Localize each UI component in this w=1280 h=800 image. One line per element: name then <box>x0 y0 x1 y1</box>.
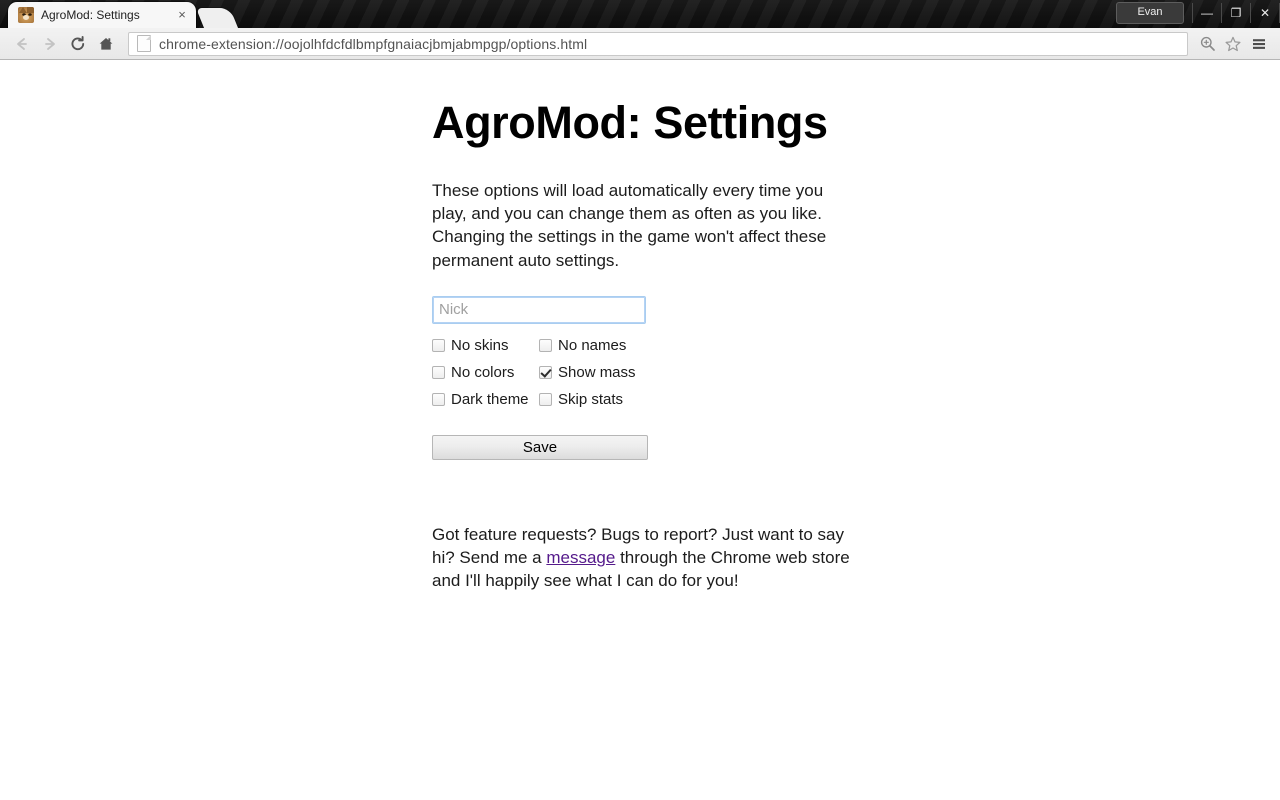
checkbox-row-skip-stats[interactable]: Skip stats <box>539 391 662 409</box>
minimize-button[interactable]: — <box>1192 3 1221 23</box>
checkbox-row-no-skins[interactable]: No skins <box>432 337 539 355</box>
checkbox-no-colors[interactable] <box>432 366 445 380</box>
window-controls: Evan — ❐ ✕ <box>1116 0 1280 26</box>
outro-paragraph: Got feature requests? Bugs to report? Ju… <box>432 523 852 593</box>
message-link[interactable]: message <box>546 548 615 567</box>
intro-paragraph: These options will load automatically ev… <box>432 181 827 270</box>
page-title: AgroMod: Settings <box>432 97 828 148</box>
checkbox-label-no-colors: No colors <box>451 363 515 381</box>
checkbox-label-no-names: No names <box>558 336 627 354</box>
checkbox-row-no-names[interactable]: No names <box>539 337 662 355</box>
settings-checkbox-grid: No skins No names No colors Show mass Da… <box>432 337 662 409</box>
browser-toolbar: chrome-extension://oojolhfdcfdlbmpfgnaia… <box>0 28 1280 60</box>
checkbox-row-dark-theme[interactable]: Dark theme <box>432 391 539 409</box>
maximize-button[interactable]: ❐ <box>1221 3 1250 23</box>
doge-favicon-icon <box>18 7 34 23</box>
back-button[interactable] <box>8 31 36 57</box>
home-icon <box>99 37 113 50</box>
checkbox-skip-stats[interactable] <box>539 393 552 407</box>
tab-strip: AgroMod: Settings × <box>0 0 239 28</box>
browser-window: AgroMod: Settings × Evan — ❐ ✕ chrome-ex… <box>0 0 1280 800</box>
close-window-button[interactable]: ✕ <box>1250 3 1280 23</box>
checkbox-label-no-skins: No skins <box>451 336 509 354</box>
tab-title: AgroMod: Settings <box>41 8 140 22</box>
back-arrow-icon <box>17 37 27 50</box>
minimize-icon: — <box>1201 6 1213 20</box>
menu-button[interactable] <box>1246 31 1272 57</box>
bookmark-star-icon <box>1225 36 1241 51</box>
close-icon[interactable]: × <box>174 7 190 23</box>
profile-button[interactable]: Evan <box>1116 2 1184 24</box>
page-document-icon <box>137 35 151 52</box>
checkbox-no-skins[interactable] <box>432 339 445 353</box>
maximize-icon: ❐ <box>1230 6 1242 20</box>
reload-icon <box>71 35 85 50</box>
checkbox-label-skip-stats: Skip stats <box>558 390 624 408</box>
checkbox-label-show-mass: Show mass <box>558 363 636 381</box>
options-content: AgroMod: Settings These options will loa… <box>432 97 862 592</box>
zoom-in-icon <box>1200 36 1215 51</box>
url-text: chrome-extension://oojolhfdcfdlbmpfgnaia… <box>159 35 588 52</box>
new-tab-button[interactable] <box>195 8 239 28</box>
close-window-icon: ✕ <box>1259 6 1271 20</box>
menu-icon <box>1253 38 1265 49</box>
zoom-in-button[interactable] <box>1194 31 1220 57</box>
reload-button[interactable] <box>64 31 92 57</box>
tab-agromod-settings[interactable]: AgroMod: Settings × <box>8 2 196 28</box>
bookmark-star-button[interactable] <box>1220 31 1246 57</box>
nick-input[interactable] <box>432 295 646 324</box>
checkbox-show-mass[interactable] <box>539 366 552 380</box>
home-button[interactable] <box>92 31 120 57</box>
checkbox-no-names[interactable] <box>539 339 552 353</box>
forward-button[interactable] <box>36 31 64 57</box>
page-viewport: AgroMod: Settings These options will loa… <box>0 61 1280 800</box>
checkbox-dark-theme[interactable] <box>432 393 445 407</box>
save-button[interactable]: Save <box>432 434 648 460</box>
address-bar[interactable]: chrome-extension://oojolhfdcfdlbmpfgnaia… <box>128 31 1188 56</box>
checkbox-label-dark-theme: Dark theme <box>451 390 529 408</box>
forward-arrow-icon <box>45 37 55 50</box>
title-bar: AgroMod: Settings × Evan — ❐ ✕ <box>0 0 1280 28</box>
checkbox-row-show-mass[interactable]: Show mass <box>539 364 662 382</box>
checkbox-row-no-colors[interactable]: No colors <box>432 364 539 382</box>
